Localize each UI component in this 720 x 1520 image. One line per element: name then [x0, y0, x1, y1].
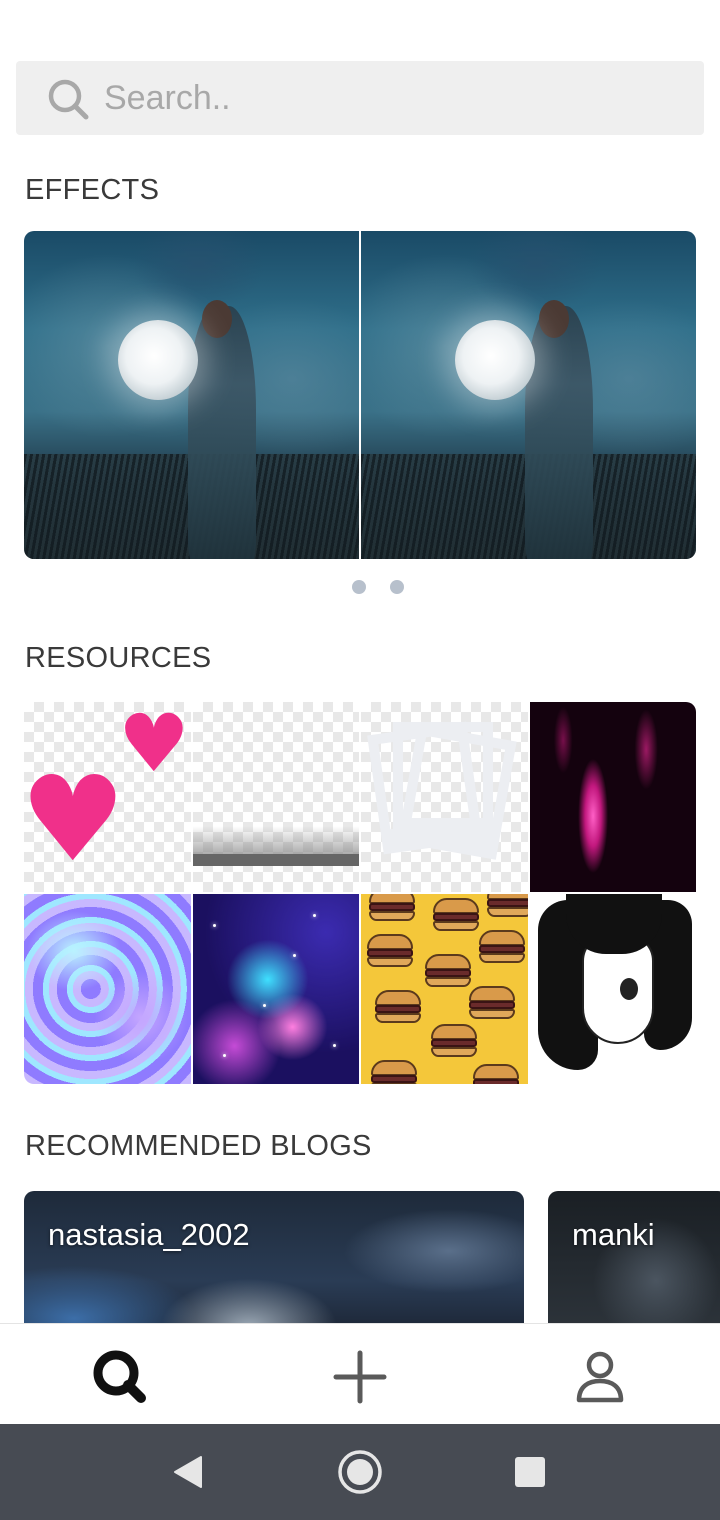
bottom-nav — [0, 1323, 720, 1424]
moon — [117, 319, 198, 400]
resource-hearts[interactable]: ♥ ♥ — [24, 702, 191, 892]
blogs-carousel[interactable]: nastasia_2002 manki — [24, 1191, 720, 1323]
pager-dot[interactable] — [352, 580, 366, 594]
effect-thumbnail[interactable] — [361, 231, 696, 559]
burger-icon — [433, 898, 479, 932]
burger-icon — [479, 930, 525, 964]
star — [332, 1044, 336, 1047]
search-bar[interactable] — [16, 61, 704, 135]
nav-search-button[interactable] — [85, 1342, 155, 1412]
heart-icon: ♥ — [118, 702, 190, 790]
figure — [188, 306, 257, 559]
star — [312, 914, 316, 917]
discover-screen: EFFECTS RESOURCES ♥ ♥ — [0, 0, 720, 1520]
moon — [454, 319, 535, 400]
system-back-button[interactable] — [164, 1448, 212, 1496]
resources-grid: ♥ ♥ — [24, 702, 696, 1084]
star — [292, 954, 296, 957]
resource-polaroids[interactable] — [361, 702, 528, 892]
fringe — [565, 894, 662, 954]
pager-dot[interactable] — [390, 580, 404, 594]
profile-icon — [576, 1351, 624, 1403]
resources-title: RESOURCES — [25, 642, 212, 674]
resource-gradient[interactable] — [192, 702, 359, 892]
star — [222, 1054, 226, 1057]
burger-icon — [487, 894, 528, 918]
polaroid-frame — [393, 722, 493, 842]
nav-profile-button[interactable] — [565, 1342, 635, 1412]
star — [262, 1004, 266, 1007]
home-icon — [338, 1450, 382, 1494]
nav-add-button[interactable] — [325, 1342, 395, 1412]
eye — [619, 978, 638, 1000]
effects-title: EFFECTS — [25, 174, 160, 206]
figure — [525, 306, 594, 559]
star — [212, 924, 216, 927]
recents-icon — [515, 1457, 545, 1487]
search-icon — [93, 1350, 146, 1403]
system-home-button[interactable] — [336, 1448, 384, 1496]
gradient-strip — [192, 854, 359, 866]
heart-icon: ♥ — [24, 750, 126, 888]
head — [538, 299, 569, 338]
search-input[interactable] — [104, 73, 684, 123]
blog-card[interactable]: nastasia_2002 — [24, 1191, 524, 1323]
back-icon — [174, 1456, 202, 1488]
blogs-title: RECOMMENDED BLOGS — [25, 1130, 372, 1162]
carousel-pager — [352, 580, 404, 594]
burger-icon — [369, 894, 415, 922]
plus-icon — [333, 1350, 387, 1404]
head — [201, 299, 232, 338]
resource-holographic[interactable] — [24, 894, 191, 1084]
burger-icon — [473, 1064, 519, 1084]
burger-icon — [431, 1024, 477, 1058]
burger-icon — [425, 954, 471, 988]
burger-icon — [367, 934, 413, 968]
resource-pink-light[interactable] — [529, 702, 696, 892]
system-recents-button[interactable] — [506, 1448, 554, 1496]
effects-carousel[interactable] — [24, 231, 696, 559]
burger-icon — [375, 990, 421, 1024]
search-icon — [48, 79, 89, 120]
effect-thumbnail[interactable] — [24, 231, 359, 559]
blog-name: manki — [572, 1217, 655, 1252]
burger-icon — [469, 986, 515, 1020]
resource-burgers[interactable] — [361, 894, 528, 1084]
blog-card[interactable]: manki — [548, 1191, 720, 1323]
system-nav-bar — [0, 1424, 720, 1520]
blog-name: nastasia_2002 — [48, 1217, 250, 1252]
resource-galaxy[interactable] — [192, 894, 359, 1084]
burger-icon — [371, 1060, 417, 1084]
resource-manga[interactable] — [529, 894, 696, 1084]
